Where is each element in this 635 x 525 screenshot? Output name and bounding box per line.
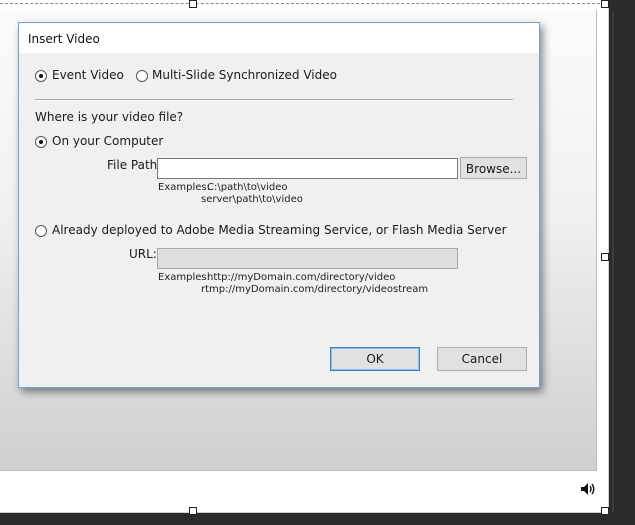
multi-slide-video-radio[interactable]: [136, 70, 148, 82]
resize-handle-bottom-right[interactable]: [601, 507, 609, 515]
deployed-label[interactable]: Already deployed to Adobe Media Streamin…: [52, 223, 507, 237]
ok-button[interactable]: OK: [330, 347, 420, 371]
browse-button[interactable]: Browse...: [460, 157, 527, 179]
file-path-label: File Path:: [107, 158, 162, 172]
file-path-input[interactable]: [157, 158, 458, 179]
resize-handle-top[interactable]: [189, 0, 197, 8]
deployed-example-2: rtmp://myDomain.com/directory/videostrea…: [201, 284, 429, 295]
multi-slide-video-label[interactable]: Multi-Slide Synchronized Video: [152, 68, 337, 82]
insert-video-dialog: Insert Video Event Video Multi-Slide Syn…: [18, 22, 540, 388]
local-file-radio[interactable]: [35, 136, 47, 148]
url-input[interactable]: [157, 248, 458, 269]
separator: [35, 99, 513, 101]
local-examples-prefix: Examples:: [158, 182, 210, 193]
dialog-title: Insert Video: [28, 32, 100, 46]
workspace-divider: [612, 12, 614, 512]
deployed-example-1: http://myDomain.com/directory/video: [207, 272, 396, 283]
selection-dashed-border: [0, 3, 605, 4]
url-label: URL:: [129, 247, 157, 261]
local-example-1: C:\path\to\video: [207, 182, 288, 193]
event-video-label[interactable]: Event Video: [52, 68, 124, 82]
deployed-examples-prefix: Examples:: [158, 272, 210, 283]
location-question: Where is your video file?: [35, 110, 184, 124]
resize-handle-right[interactable]: [601, 253, 609, 261]
workspace-background: [612, 0, 635, 525]
cancel-button[interactable]: Cancel: [437, 347, 527, 371]
speaker-volume-icon[interactable]: [580, 481, 596, 497]
resize-handle-bottom[interactable]: [189, 507, 197, 515]
event-video-radio[interactable]: [35, 70, 47, 82]
local-example-2: server\path\to\video: [201, 194, 303, 205]
dialog-titlebar[interactable]: Insert Video: [19, 23, 539, 53]
local-file-label[interactable]: On your Computer: [52, 134, 163, 148]
resize-handle-top-right[interactable]: [601, 0, 609, 8]
deployed-radio[interactable]: [35, 225, 47, 237]
